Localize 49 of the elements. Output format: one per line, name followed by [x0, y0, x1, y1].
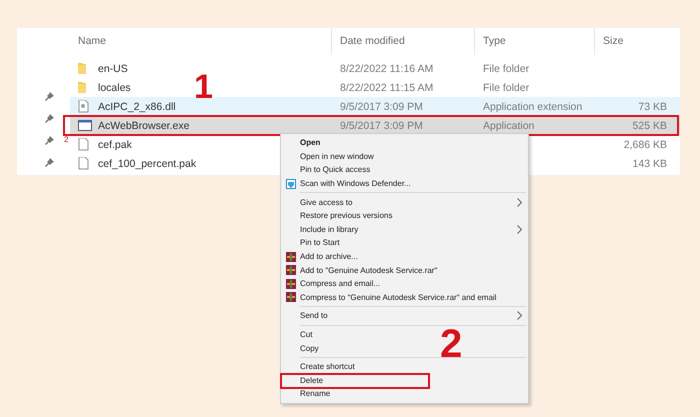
column-header[interactable]: Name: [70, 28, 332, 55]
menu-item[interactable]: Add to "Genuine Autodesk Service.rar": [281, 263, 528, 277]
file-size: 143 KB: [632, 158, 667, 170]
pin-icon: [45, 136, 54, 145]
menu-item[interactable]: Compress to "Genuine Autodesk Service.rar" and email: [281, 290, 528, 304]
menu-item[interactable]: Send to: [281, 309, 528, 323]
nav-label: 2: [64, 135, 68, 144]
menu-item[interactable]: Pin to Quick access: [281, 163, 528, 177]
file-size: 73 KB: [638, 100, 667, 112]
file-name[interactable]: AcIPC_2_x86.dll: [98, 100, 176, 112]
file-type: Application: [483, 120, 534, 132]
column-header[interactable]: Type: [475, 28, 595, 55]
pin-icon: [45, 92, 54, 101]
file-type: File folder: [483, 82, 530, 94]
menu-item[interactable]: Compress and email...: [281, 276, 528, 291]
menu-item[interactable]: Delete: [281, 374, 528, 388]
column-header[interactable]: Size: [595, 28, 675, 55]
date-modified: 9/5/2017 3:09 PM: [340, 120, 423, 132]
menu-item[interactable]: Restore previous versions: [281, 208, 528, 223]
archive-icon: [286, 278, 296, 289]
date-modified: 8/22/2022 11:16 AM: [340, 62, 434, 74]
date-modified: 8/22/2022 11:15 AM: [340, 82, 434, 94]
file-icon: [78, 119, 92, 132]
date-modified: 9/5/2017 3:09 PM: [340, 100, 423, 112]
menu-item[interactable]: Add to archive...: [281, 250, 528, 264]
file-name[interactable]: en-US: [98, 62, 128, 74]
archive-icon: [286, 292, 296, 302]
file-name[interactable]: cef.pak: [98, 138, 132, 150]
file-type: File folder: [483, 62, 530, 74]
archive-icon: [286, 265, 296, 276]
file-name[interactable]: locales: [98, 82, 131, 94]
menu-item[interactable]: Rename: [281, 387, 528, 401]
shield-icon: [286, 178, 296, 189]
file-row[interactable]: AcIPC_2_x86.dll 9/5/2017 3:09 PM Application extension 73 KB: [70, 97, 680, 116]
archive-icon: [286, 252, 296, 262]
pin-icon: [45, 114, 54, 123]
column-header[interactable]: Date modified: [332, 28, 475, 55]
file-size: 525 KB: [632, 120, 667, 132]
file-type: Application extension: [483, 100, 582, 112]
file-name[interactable]: cef_100_percent.pak: [98, 158, 196, 170]
menu-item[interactable]: Include in library: [281, 222, 528, 236]
menu-item[interactable]: Scan with Windows Defender...: [281, 176, 528, 190]
file-size: 2,686 KB: [624, 138, 667, 150]
menu-item[interactable]: Give access to: [281, 195, 528, 209]
menu-item[interactable]: Open: [281, 136, 528, 150]
menu-item[interactable]: Pin to Start: [281, 236, 528, 250]
pin-icon: [45, 158, 54, 167]
menu-item[interactable]: Open in new window: [281, 150, 528, 164]
file-name[interactable]: AcWebBrowser.exe: [98, 120, 190, 132]
